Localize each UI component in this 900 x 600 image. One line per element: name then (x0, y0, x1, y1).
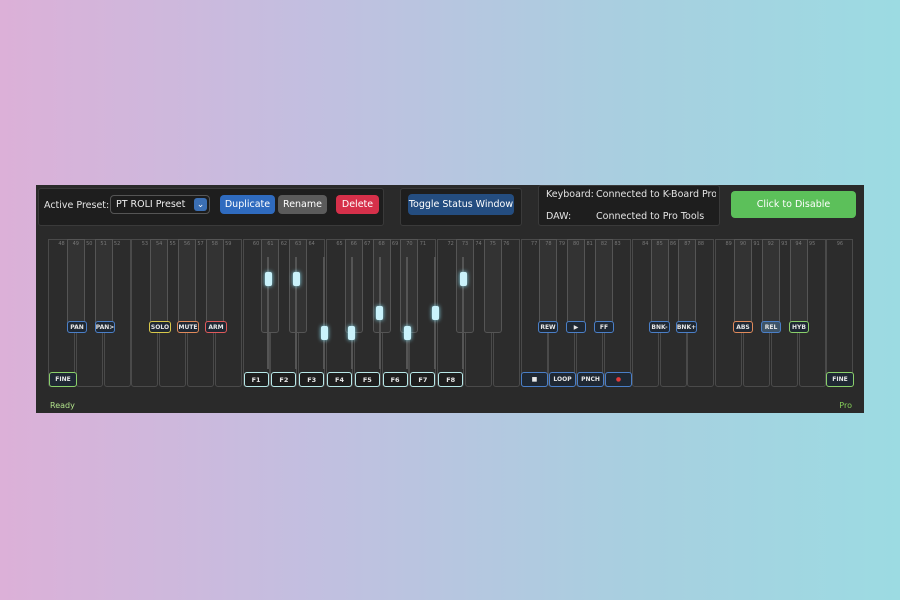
black-key[interactable] (456, 239, 474, 333)
black-key[interactable] (205, 239, 224, 333)
note-number: 75 (489, 241, 496, 247)
arm-tag[interactable]: ARM (205, 321, 227, 333)
status-text: Ready (50, 401, 75, 410)
black-key[interactable] (94, 239, 113, 333)
play-tag[interactable]: ▶ (566, 321, 586, 333)
keyboard-status: Connected to K-Board Pro 4 (596, 189, 716, 200)
fader-label-f6[interactable]: F6 (382, 372, 408, 387)
black-key[interactable] (66, 239, 85, 333)
disable-button[interactable]: Click to Disable (731, 191, 856, 218)
bank-plus-tag[interactable]: BNK+ (676, 321, 697, 333)
fader-thumb[interactable] (376, 306, 384, 320)
note-number: 61 (267, 241, 274, 247)
fader-thumb[interactable] (292, 271, 300, 286)
hyb-tag[interactable]: HYB (789, 321, 809, 333)
note-number: 70 (406, 241, 413, 247)
pan-tag[interactable]: PAN (67, 321, 87, 333)
punch-tag[interactable]: PNCH (577, 372, 604, 387)
note-number: 58 (211, 241, 218, 247)
note-number: 96 (836, 241, 844, 247)
black-key[interactable] (789, 239, 808, 333)
preset-value: PT ROLI Preset (116, 199, 186, 210)
note-number: 92 (767, 241, 774, 247)
preset-dropdown[interactable]: PT ROLI Preset ⌄ (110, 195, 210, 214)
fader-label-f3[interactable]: F3 (299, 372, 325, 387)
fine-right-tag[interactable]: FINE (826, 372, 854, 387)
black-key[interactable] (734, 239, 752, 333)
rel-tag[interactable]: REL (761, 321, 781, 333)
black-key[interactable] (289, 239, 308, 333)
fader-label-f8[interactable]: F8 (438, 372, 464, 387)
fader-thumb[interactable] (320, 325, 328, 340)
fader-thumb[interactable] (431, 306, 439, 320)
ff-tag[interactable]: FF (594, 321, 614, 333)
note-number: 68 (378, 241, 385, 247)
note-number: 63 (295, 241, 302, 247)
note-number: 87 (684, 241, 691, 247)
black-key[interactable] (650, 239, 669, 333)
daw-label: DAW: (546, 211, 572, 222)
fader-thumb[interactable] (348, 325, 356, 340)
daw-status: Connected to Pro Tools (596, 211, 705, 222)
note-number: 73 (461, 241, 469, 247)
pan-right-tag[interactable]: PAN> (95, 321, 115, 333)
keyboard: 48 50 52 53 55 57 59 60 62 64 65 67 69 71 72 74 76 77 79 81… (48, 239, 854, 391)
note-number: 78 (545, 241, 552, 247)
black-key[interactable] (539, 239, 558, 333)
fader-label-f4[interactable]: F4 (327, 372, 352, 387)
rew-tag[interactable]: REW (538, 321, 558, 333)
note-number: 66 (350, 241, 357, 247)
solo-tag[interactable]: SOLO (149, 321, 171, 333)
black-key[interactable] (261, 239, 280, 333)
black-key[interactable] (150, 239, 169, 333)
black-key[interactable] (678, 239, 697, 333)
black-key[interactable] (483, 239, 502, 333)
app-window: Active Preset: PT ROLI Preset ⌄ Duplicat… (36, 185, 864, 413)
black-key[interactable] (400, 239, 419, 333)
record-tag[interactable]: ● (605, 372, 632, 387)
fader-track (406, 257, 409, 369)
fader-label-f2[interactable]: F2 (271, 372, 297, 387)
note-number: 94 (795, 241, 802, 247)
note-number: 82 (600, 241, 608, 247)
mute-tag[interactable]: MUTE (177, 321, 199, 333)
black-key[interactable] (595, 239, 613, 333)
note-number: 54 (156, 241, 163, 247)
stop-tag[interactable]: ■ (521, 372, 548, 387)
keyboard-label: Keyboard: (546, 189, 594, 200)
black-key[interactable] (344, 239, 363, 333)
note-number: 49 (72, 241, 79, 247)
note-number: 80 (573, 241, 580, 247)
black-key[interactable] (761, 239, 780, 333)
note-number: 85 (656, 241, 663, 247)
black-key[interactable] (567, 239, 586, 333)
fader-label-f1[interactable]: F1 (243, 372, 269, 387)
loop-tag[interactable]: LOOP (549, 372, 576, 387)
fine-left-tag[interactable]: FINE (49, 372, 77, 387)
rename-button[interactable]: Rename (278, 195, 327, 214)
chevron-down-icon: ⌄ (194, 198, 207, 211)
fader-thumb[interactable] (264, 271, 272, 286)
active-preset-label: Active Preset: (44, 200, 110, 211)
fader-track (350, 257, 353, 369)
note-number: 90 (739, 241, 747, 247)
delete-button[interactable]: Delete (336, 195, 379, 214)
bank-minus-tag[interactable]: BNK- (649, 321, 670, 333)
note-number: 56 (183, 241, 191, 247)
tier-text: Pro (839, 401, 852, 410)
fader-thumb[interactable] (459, 271, 467, 286)
fader-track (323, 257, 325, 369)
note-number: 51 (100, 241, 107, 247)
black-key[interactable] (178, 239, 196, 333)
abs-tag[interactable]: ABS (733, 321, 753, 333)
white-key[interactable] (826, 239, 854, 387)
fader-label-f7[interactable]: F7 (410, 372, 436, 387)
duplicate-button[interactable]: Duplicate (220, 195, 275, 214)
fader-label-f5[interactable]: F5 (354, 372, 380, 387)
toggle-status-window-button[interactable]: Toggle Status Window (408, 194, 514, 215)
fader-thumb[interactable] (403, 325, 411, 340)
